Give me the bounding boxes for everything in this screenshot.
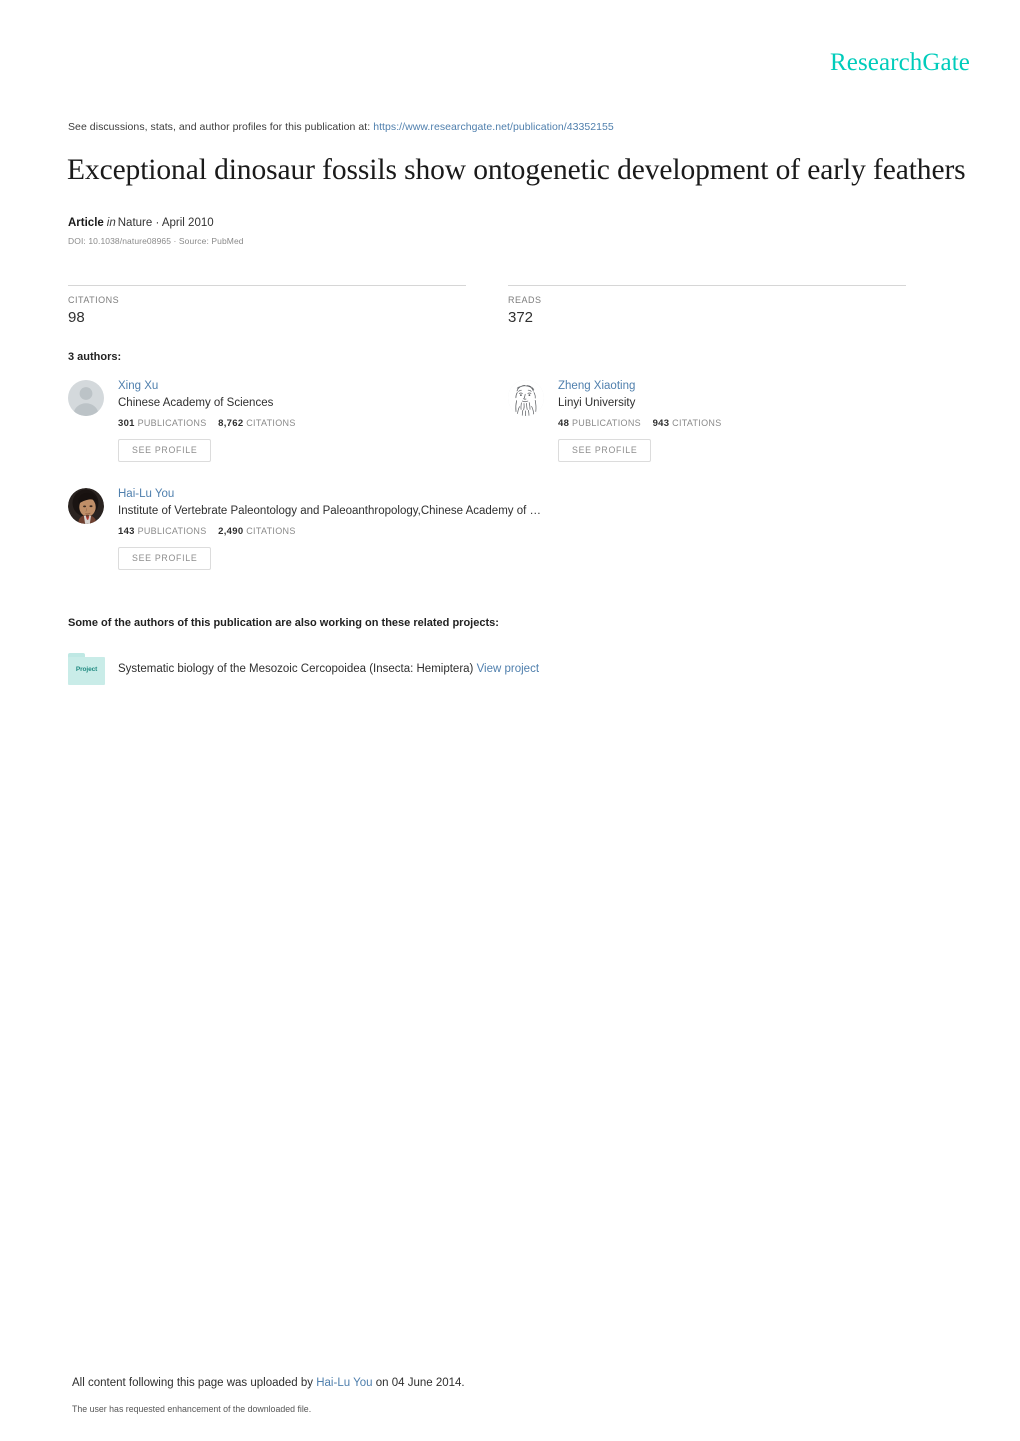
project-title: Systematic biology of the Mesozoic Cerco…	[118, 663, 474, 675]
author-publications-label: PUBLICATIONS	[137, 418, 207, 429]
author-publications-label: PUBLICATIONS	[137, 526, 207, 537]
related-projects-heading: Some of the authors of this publication …	[68, 617, 499, 629]
researchgate-logo: ResearchGate	[829, 49, 970, 76]
page-title: Exceptional dinosaur fossils show ontoge…	[67, 154, 966, 186]
author-citations-label: CITATIONS	[246, 526, 296, 537]
author-publications-label: PUBLICATIONS	[571, 418, 641, 429]
silhouette-avatar	[68, 380, 104, 416]
author-affiliation: Chinese Academy of Sciences	[118, 397, 274, 410]
author-info: Xing Xu Chinese Academy of Sciences 301 …	[118, 380, 508, 462]
stat-citations: CITATIONS 98	[68, 285, 466, 326]
stat-reads: READS 372	[508, 285, 906, 326]
author-stats: 48 PUBLICATIONS 943 CITATIONS	[558, 418, 948, 429]
author-affiliation: Institute of Vertebrate Paleontology and…	[118, 505, 542, 518]
upload-suffix: on 04 June 2014.	[375, 1377, 465, 1389]
author-name-link[interactable]: Zheng Xiaoting	[558, 380, 948, 393]
stat-citations-label: CITATIONS	[68, 295, 120, 305]
researchgate-cover-page: ResearchGate See discussions, stats, and…	[0, 0, 1020, 1441]
author-info: Hai-Lu You Institute of Vertebrate Paleo…	[118, 488, 542, 570]
publication-meta: Article in Nature · April 2010	[68, 217, 214, 229]
stat-citations-value: 98	[68, 309, 85, 326]
author-citations-count: 943	[652, 418, 670, 430]
publication-in-word: in	[106, 217, 116, 229]
project-list-item: Project Systematic biology of the Mesozo…	[68, 653, 539, 685]
see-profile-button[interactable]: SEE PROFILE	[558, 439, 652, 462]
author-publications-count: 48	[558, 418, 570, 430]
author-citations-label: CITATIONS	[672, 418, 722, 429]
divider	[68, 285, 466, 286]
upload-prefix: All content following this page was uplo…	[72, 1377, 314, 1389]
sketch-portrait-avatar	[508, 380, 544, 416]
author-card: Hai-Lu You Institute of Vertebrate Paleo…	[68, 488, 542, 570]
author-card: Zheng Xiaoting Linyi University 48 PUBLI…	[508, 380, 948, 462]
project-text: Systematic biology of the Mesozoic Cerco…	[118, 663, 539, 675]
author-publications-count: 143	[118, 526, 135, 538]
author-card: Xing Xu Chinese Academy of Sciences 301 …	[68, 380, 508, 462]
discussion-line-text: See discussions, stats, and author profi…	[68, 121, 371, 133]
see-profile-button[interactable]: SEE PROFILE	[118, 547, 212, 570]
publication-type: Article	[68, 217, 104, 229]
author-stats: 301 PUBLICATIONS 8,762 CITATIONS	[118, 418, 508, 429]
uploader-link[interactable]: Hai-Lu You	[316, 1377, 372, 1389]
author-name-link[interactable]: Hai-Lu You	[118, 488, 508, 501]
author-stats: 143 PUBLICATIONS 2,490 CITATIONS	[118, 526, 508, 537]
author-publications-count: 301	[118, 418, 135, 430]
author-citations-count: 2,490	[218, 526, 244, 538]
author-info: Zheng Xiaoting Linyi University 48 PUBLI…	[558, 380, 948, 462]
upload-info: All content following this page was uplo…	[72, 1377, 465, 1389]
author-citations-count: 8,762	[218, 418, 244, 430]
discussion-line: See discussions, stats, and author profi…	[68, 121, 614, 133]
photo-avatar	[68, 488, 104, 524]
author-affiliation: Linyi University	[558, 397, 636, 410]
stat-reads-value: 372	[508, 309, 534, 326]
author-name-link[interactable]: Xing Xu	[118, 380, 508, 393]
publication-doi: DOI: 10.1038/nature08965 · Source: PubMe…	[68, 236, 244, 246]
divider	[508, 285, 906, 286]
enhancement-note: The user has requested enhancement of th…	[72, 1404, 312, 1414]
publication-venue: Nature · April 2010	[117, 217, 214, 229]
stat-reads-label: READS	[508, 295, 542, 305]
see-profile-button[interactable]: SEE PROFILE	[118, 439, 212, 462]
authors-heading: 3 authors:	[68, 351, 122, 363]
project-folder-icon: Project	[68, 653, 105, 685]
folder-icon-label: Project	[75, 666, 98, 673]
view-project-link[interactable]: View project	[477, 663, 539, 675]
publication-url-link[interactable]: https://www.researchgate.net/publication…	[373, 121, 614, 133]
author-citations-label: CITATIONS	[246, 418, 296, 429]
